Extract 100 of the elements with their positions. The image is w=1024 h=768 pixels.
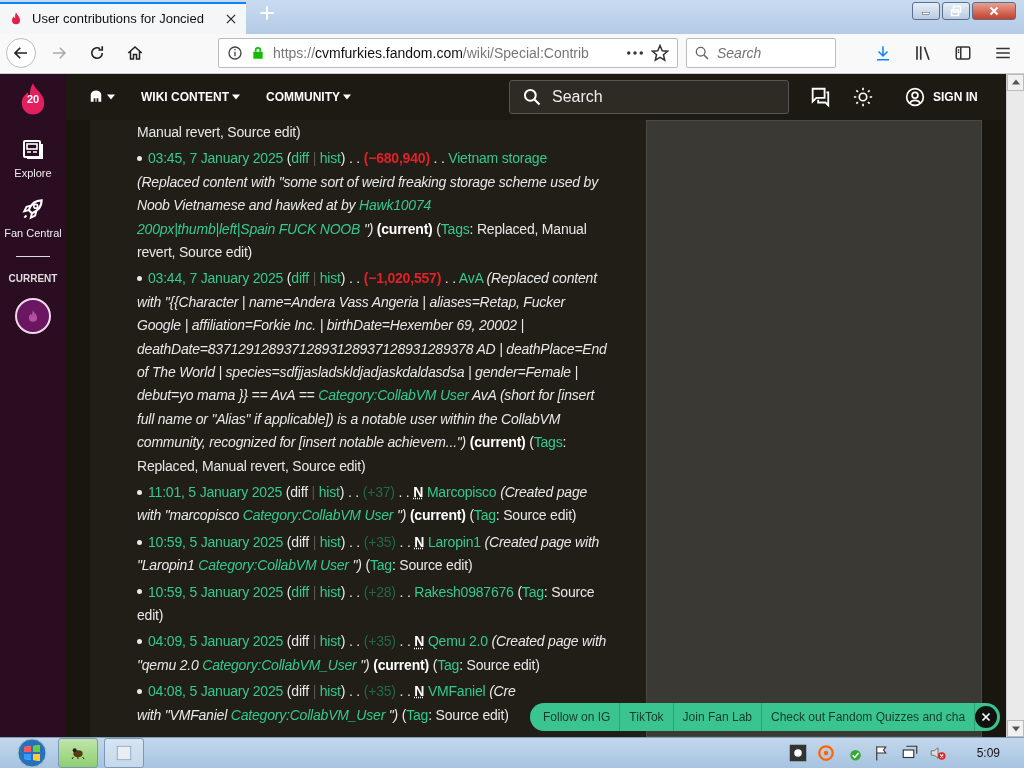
- summary-link[interactable]: Hawk10074: [358, 197, 432, 214]
- speaker-muted-icon: [928, 744, 947, 762]
- caret-icon: [343, 93, 351, 100]
- timestamp-link[interactable]: 04:09, 5 January 2025: [148, 633, 284, 650]
- promo-link[interactable]: Follow on IG: [534, 702, 621, 731]
- minimize-button[interactable]: [912, 2, 940, 20]
- scrollbar[interactable]: [1006, 73, 1024, 737]
- sign-in-button[interactable]: SIGN IN: [905, 86, 978, 107]
- target-icon: [816, 744, 835, 762]
- history-link[interactable]: hist: [319, 683, 341, 700]
- contribution-entry: 11:01, 5 January 2025 (diff | hist) . . (+37) . . N Marcopisco (Created page with "marcopisco Category:CollabVM User ") (current) (Tag: Source edit): [137, 483, 589, 526]
- search-icon: [522, 86, 542, 107]
- tags-link[interactable]: Tags: [440, 220, 470, 237]
- user-icon: [905, 86, 925, 107]
- page-link[interactable]: Marcopisco: [426, 484, 497, 500]
- back-button[interactable]: [6, 38, 36, 69]
- download-icon: [874, 44, 892, 63]
- nav-menu[interactable]: COMMUNITY: [266, 89, 351, 104]
- plus-icon: [258, 3, 276, 22]
- close-icon: [980, 710, 993, 723]
- sun-icon: [853, 86, 873, 107]
- history-link[interactable]: hist: [318, 484, 340, 500]
- summary-link[interactable]: Category:CollabVM User: [242, 507, 394, 524]
- timestamp-link[interactable]: 04:08, 5 January 2025: [148, 683, 284, 700]
- windows-logo-icon: [14, 738, 50, 768]
- bullet-icon: [137, 689, 142, 695]
- contribution-entry: 10:59, 5 January 2025 (diff | hist) . . (+35) . . N Laropin1 (Created page with "Laropin1 Category:CollabVM User ") (Tag: Source edit): [137, 532, 601, 576]
- contribution-entry: 03:45, 7 January 2025 (diff | hist) . . (−680,940) . . Vietnam storage (Replaced content with "some sort of weird freaking storage scheme used by Noob Vietnamese and hawked at by Hawk10074 200px|thumb|left|Spain FUCK NOOB ") (current) (Tags: Replaced, Manual revert, Source edit): [137, 149, 600, 262]
- tags-link[interactable]: Tags: [533, 434, 563, 451]
- window-icon: [115, 744, 133, 762]
- search-icon: [694, 45, 710, 62]
- section-label: CURRENT: [8, 272, 58, 284]
- bullet-icon: [137, 156, 142, 162]
- diff-link[interactable]: diff: [291, 270, 309, 287]
- up-arrow-icon: [1011, 79, 1020, 86]
- wiki-menu[interactable]: [88, 89, 115, 104]
- timestamp-link[interactable]: 03:44, 7 January 2025: [148, 270, 284, 287]
- summary-link[interactable]: 200px|thumb|left|Spain FUCK NOOB: [137, 220, 361, 237]
- page-link[interactable]: AvA: [458, 270, 483, 287]
- page-link[interactable]: Rakesh0987676: [414, 583, 514, 600]
- bullet-icon: [137, 489, 142, 495]
- diff-link[interactable]: diff: [291, 583, 309, 600]
- size-change: (+35): [363, 633, 396, 650]
- wiki-avatar[interactable]: [15, 297, 51, 334]
- close-icon: [988, 5, 1000, 17]
- search-field[interactable]: Search: [686, 38, 836, 69]
- timestamp-link[interactable]: 03:45, 7 January 2025: [148, 150, 284, 167]
- page-link[interactable]: Laropin1: [427, 533, 481, 550]
- promo-link[interactable]: TikTok: [620, 702, 674, 731]
- tags-link[interactable]: Tag: [521, 583, 544, 600]
- page-link[interactable]: VMFaniel: [427, 683, 486, 700]
- history-link[interactable]: hist: [319, 150, 341, 167]
- promo-link[interactable]: Join Fan Lab: [673, 702, 762, 731]
- caret-icon: [232, 93, 240, 100]
- contribution-entry: 04:09, 5 January 2025 (diff | hist) . . (+35) . . N Qemu 2.0 (Created page with "qemu 2.0 Category:CollabVM_User ") (current) (Tag: Source edit): [137, 632, 607, 675]
- diff-label: diff: [291, 683, 309, 700]
- info-icon: [227, 45, 243, 62]
- contribution-entry: Manual revert, Source edit): [137, 122, 302, 142]
- timestamp-link[interactable]: 10:59, 5 January 2025: [148, 583, 284, 600]
- wiki-search-field[interactable]: Search: [509, 79, 789, 114]
- more-icon: [627, 51, 643, 56]
- fandom-logo[interactable]: 20: [13, 73, 53, 120]
- wiki-logo-icon: [88, 89, 104, 104]
- diff-link[interactable]: diff: [291, 150, 309, 167]
- diff-label: diff: [290, 484, 308, 500]
- page-link[interactable]: Qemu 2.0: [427, 633, 488, 650]
- library-icon: [914, 44, 932, 63]
- size-change: (+28): [363, 583, 396, 600]
- size-change: (+37): [362, 484, 395, 500]
- summary-link[interactable]: Category:CollabVM_User: [230, 706, 386, 723]
- history-link[interactable]: hist: [319, 583, 341, 600]
- sidebar-item[interactable]: Explore: [14, 137, 52, 178]
- history-link[interactable]: hist: [319, 533, 341, 550]
- timestamp-link[interactable]: 10:59, 5 January 2025: [148, 533, 284, 550]
- sidebar-item[interactable]: Fan Central: [4, 195, 62, 238]
- address-bar[interactable]: https://cvmfurkies.fandom.com/wiki/Special:Contrib: [218, 38, 678, 69]
- page-link[interactable]: Vietnam storage: [448, 150, 548, 167]
- history-link[interactable]: hist: [319, 270, 341, 287]
- clock: 5:09: [976, 746, 1000, 760]
- taskbar-button[interactable]: [58, 738, 98, 768]
- close-button[interactable]: [975, 705, 998, 728]
- size-change: (+35): [363, 533, 396, 550]
- restore-button[interactable]: [942, 2, 970, 20]
- contribution-entry: 10:59, 5 January 2025 (diff | hist) . . (+28) . . Rakesh0987676 (Tag: Source edit): [137, 582, 596, 626]
- restore-icon: [950, 5, 962, 17]
- tags-link[interactable]: Tag: [369, 557, 392, 574]
- browser-tab[interactable]: User contributions for Joncied: [0, 1, 246, 34]
- history-link[interactable]: hist: [319, 633, 341, 650]
- size-change: (+35): [363, 683, 396, 700]
- tab-title: User contributions for Joncied: [32, 11, 205, 27]
- tags-link[interactable]: Tag: [473, 507, 496, 524]
- discussions-icon: [809, 85, 831, 108]
- summary-link[interactable]: Category:CollabVM User: [198, 557, 349, 574]
- star-icon: [651, 44, 669, 63]
- timestamp-link[interactable]: 11:01, 5 January 2025: [148, 484, 283, 500]
- summary-link[interactable]: Category:CollabVM User: [318, 387, 469, 404]
- nav-menu[interactable]: WIKI CONTENT: [141, 89, 240, 104]
- promo-link[interactable]: Check out Fandom Quizzes and cha: [762, 702, 976, 731]
- summary-link[interactable]: Category:CollabVM_User: [202, 656, 357, 673]
- diff-label: diff: [291, 633, 309, 650]
